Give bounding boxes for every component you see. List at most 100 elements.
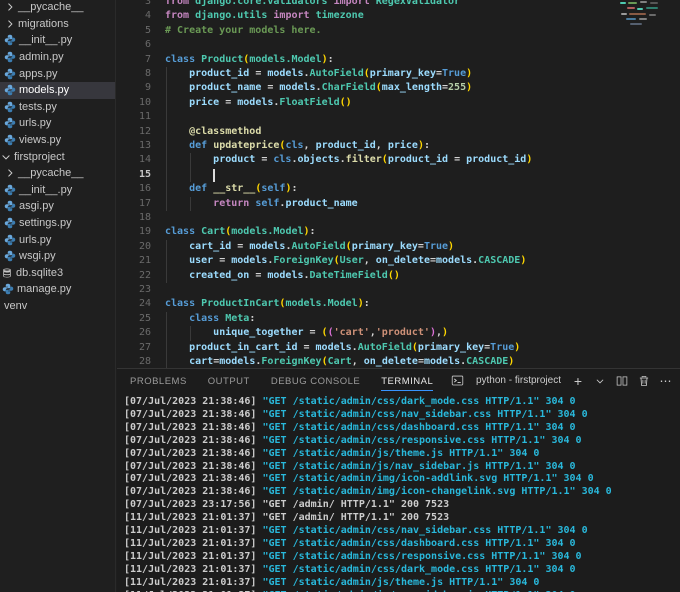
- minimap-mark: [639, 18, 647, 20]
- panel-tab-output[interactable]: OUTPUT: [208, 371, 250, 391]
- file-item-admin-py[interactable]: admin.py: [0, 49, 115, 66]
- file-item-firstproject[interactable]: firstproject: [0, 148, 115, 165]
- file-item-apps-py[interactable]: apps.py: [0, 65, 115, 82]
- file-item-views-py[interactable]: views.py: [0, 132, 115, 149]
- line-number: 16: [138, 183, 151, 195]
- chevron-down-icon: [2, 154, 10, 160]
- file-item-label: firstproject: [14, 150, 65, 163]
- minimap-mark: [649, 14, 656, 16]
- file-item-migrations[interactable]: migrations: [0, 16, 115, 33]
- file-item--init-py[interactable]: __init__.py: [0, 32, 115, 49]
- line-number: 19: [138, 226, 151, 238]
- minimap-mark: [629, 13, 646, 15]
- line-number: 25: [138, 312, 151, 324]
- python-icon: [4, 101, 16, 113]
- file-item-venv[interactable]: venv: [0, 298, 115, 315]
- line-number: 9: [144, 82, 151, 94]
- minimap-mark: [626, 18, 636, 20]
- minimap-mark: [621, 13, 627, 15]
- terminal-log-line: [11/Jul/2023 21:01:37] "GET /admin/ HTTP…: [124, 512, 450, 524]
- file-item-urls-py[interactable]: urls.py: [0, 231, 115, 248]
- file-item-asgi-py[interactable]: asgi.py: [0, 198, 115, 215]
- file-item-label: models.py: [19, 84, 70, 97]
- file-item-label: db.sqlite3: [16, 266, 64, 279]
- file-item-label: views.py: [19, 134, 62, 147]
- database-icon: [3, 268, 11, 278]
- line-number: 7: [144, 53, 151, 65]
- indent-guide: [190, 167, 192, 183]
- bottom-panel: PROBLEMS OUTPUT DEBUG CONSOLE TERMINAL pyth…: [117, 368, 680, 592]
- code-line-12: 12 @classmethod: [117, 124, 680, 139]
- line-number: 8: [144, 68, 151, 79]
- line-number: 24: [138, 298, 151, 310]
- line-number: 20: [138, 240, 151, 252]
- file-item-label: __init__.py: [19, 183, 73, 196]
- code-line-11: 11: [117, 110, 680, 125]
- terminal-log-line: [07/Jul/2023 21:38:46] "GET /static/admi…: [124, 447, 540, 459]
- code-line-5: 5 # Create your models here.: [117, 24, 680, 38]
- code-line-25: 25 class Meta:: [117, 311, 680, 327]
- code-line-17: 17 return self.product_name: [117, 196, 680, 211]
- line-number: 14: [138, 154, 151, 166]
- python-icon: [4, 217, 16, 229]
- terminal-log-line: [07/Jul/2023 21:38:46] "GET /static/admi…: [124, 396, 576, 407]
- more-actions-button[interactable]: ⋯: [659, 374, 673, 388]
- terminal-icon: [451, 374, 465, 388]
- code-line-22: 22 created_on = models.DateTimeField(): [117, 268, 680, 283]
- code-line-19: 19 class Cart(models.Model):: [117, 225, 680, 239]
- code-line-26: 26 unique_together = (('cart','product')…: [117, 326, 680, 341]
- text-cursor: [213, 168, 216, 182]
- file-item-label: settings.py: [19, 217, 72, 230]
- file-item-wsgi-py[interactable]: wsgi.py: [0, 248, 115, 265]
- file-item-tests-py[interactable]: tests.py: [0, 99, 115, 116]
- terminal-output[interactable]: [07/Jul/2023 21:38:46] "GET /static/admi…: [117, 393, 680, 592]
- file-item--init-py[interactable]: __init__.py: [0, 182, 115, 199]
- indent-guide: [166, 110, 167, 125]
- line-number: 10: [138, 96, 151, 108]
- split-terminal-button[interactable]: [615, 374, 629, 388]
- minimap-mark: [630, 23, 642, 25]
- python-icon: [4, 68, 16, 79]
- code-line-3: 3 from django.core.validators import Rege…: [117, 0, 680, 9]
- file-item-label: venv: [4, 299, 28, 312]
- line-number: 27: [138, 341, 151, 353]
- terminal-session-label[interactable]: python - firstproject: [476, 375, 561, 386]
- terminal-log-line: [07/Jul/2023 21:38:46] "GET /static/admi…: [124, 421, 576, 433]
- line-number: 5: [144, 24, 151, 36]
- line-number: 3: [144, 0, 151, 7]
- new-terminal-button[interactable]: +: [571, 374, 585, 388]
- terminal-log-line: [11/Jul/2023 21:01:37] "GET /static/admi…: [124, 537, 576, 549]
- python-icon: [2, 284, 14, 295]
- code-editor[interactable]: 3 from django.core.validators import Rege…: [117, 0, 680, 368]
- panel-tab-terminal[interactable]: TERMINAL: [381, 371, 434, 391]
- line-number: 23: [138, 284, 151, 295]
- file-item-urls-py[interactable]: urls.py: [0, 115, 115, 132]
- terminal-dropdown-button[interactable]: [593, 374, 607, 388]
- kill-terminal-button[interactable]: [637, 374, 651, 388]
- panel-actions: python - firstproject + ⋯: [451, 369, 673, 392]
- line-number: 13: [138, 140, 151, 151]
- file-item-label: wsgi.py: [19, 250, 56, 263]
- python-icon: [4, 35, 16, 46]
- panel-tab-problems[interactable]: PROBLEMS: [130, 371, 187, 391]
- line-number: 6: [144, 39, 151, 51]
- terminal-log-line: [07/Jul/2023 21:38:46] "GET /static/admi…: [124, 434, 582, 446]
- line-number: 11: [138, 111, 151, 123]
- panel-tab-debug-console[interactable]: DEBUG CONSOLE: [271, 371, 360, 391]
- file-item--pycache-[interactable]: __pycache__: [0, 165, 115, 182]
- file-item-label: admin.py: [19, 51, 64, 64]
- file-item-db-sqlite3[interactable]: db.sqlite3: [0, 265, 115, 282]
- code-line-15: 15: [117, 167, 680, 183]
- file-item-settings-py[interactable]: settings.py: [0, 215, 115, 232]
- terminal-log-line: [07/Jul/2023 23:17:56] "GET /admin/ HTTP…: [124, 499, 450, 511]
- terminal-log-line: [11/Jul/2023 21:01:37] "GET /static/admi…: [124, 550, 582, 562]
- file-item-label: __pycache__: [18, 1, 84, 14]
- file-item-manage-py[interactable]: manage.py: [0, 281, 115, 298]
- file-item-models-py[interactable]: models.py: [0, 81, 115, 99]
- terminal-log-line: [11/Jul/2023 21:01:37] "GET /static/admi…: [124, 576, 540, 588]
- minimap-mark: [646, 7, 658, 9]
- file-item--pycache-[interactable]: __pycache__: [0, 0, 115, 16]
- python-icon: [4, 250, 16, 262]
- file-item-label: urls.py: [19, 233, 52, 246]
- terminal-log-line: [07/Jul/2023 21:38:46] "GET /static/admi…: [124, 473, 594, 485]
